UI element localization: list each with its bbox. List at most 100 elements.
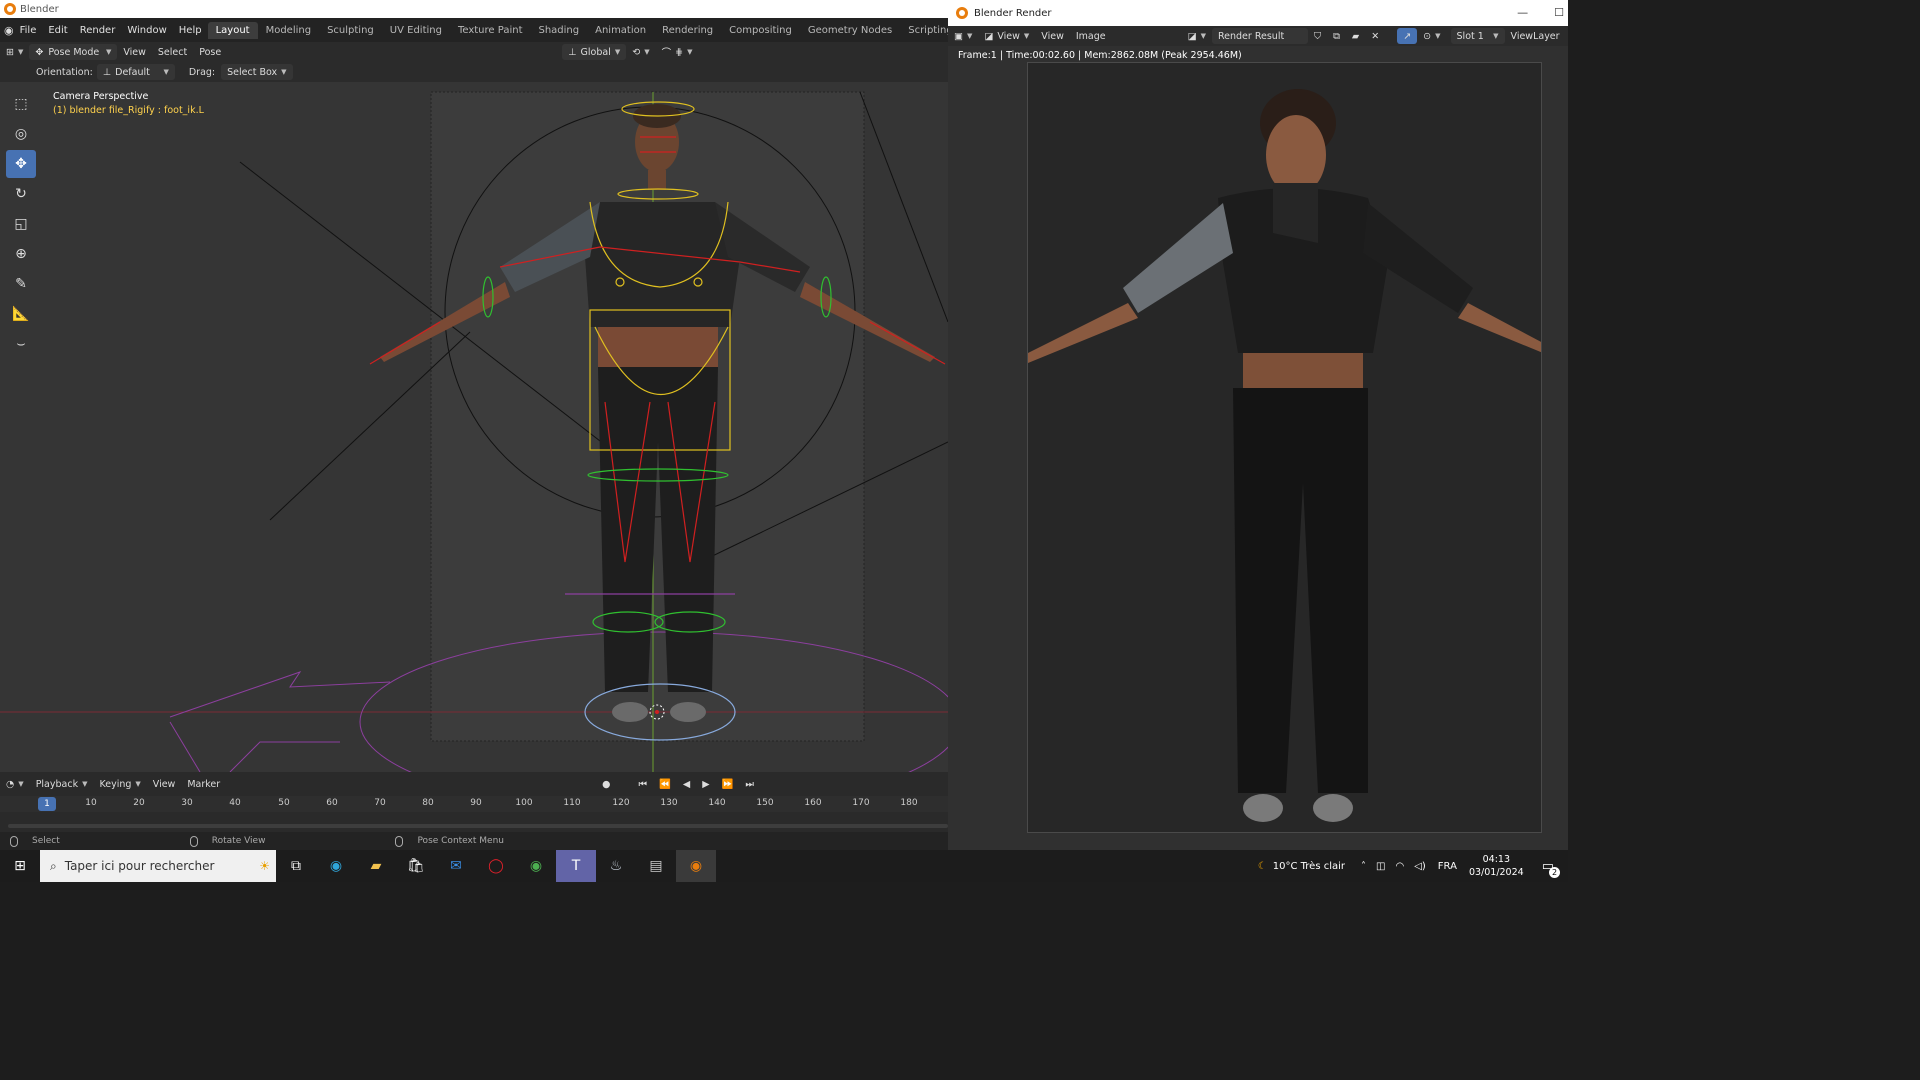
- rotate-tool-icon[interactable]: ↻: [6, 180, 36, 208]
- slot-dropdown[interactable]: Slot 1 ▼: [1450, 28, 1505, 44]
- select-box-tool-icon[interactable]: ⬚: [6, 90, 36, 118]
- tab-rendering[interactable]: Rendering: [654, 22, 721, 39]
- timeline-scrollbar[interactable]: [8, 824, 948, 828]
- edge-icon[interactable]: ◉: [316, 850, 356, 882]
- shield-icon: ⛉: [1313, 30, 1322, 42]
- next-keyframe-button[interactable]: ⏩: [716, 776, 740, 792]
- header-select-menu[interactable]: Select: [152, 44, 193, 60]
- network-icon[interactable]: ◫: [1376, 861, 1385, 872]
- maximize-icon[interactable]: ☐: [1554, 6, 1564, 19]
- tab-animation[interactable]: Animation: [587, 22, 654, 39]
- playback-menu[interactable]: Playback ▼: [30, 776, 94, 792]
- sample-tool-button[interactable]: ↗: [1397, 28, 1418, 44]
- opera-icon[interactable]: ◯: [476, 850, 516, 882]
- taskbar-search-box[interactable]: ⌕ Taper ici pour rechercher ☀: [40, 850, 276, 882]
- tab-geometry-nodes[interactable]: Geometry Nodes: [800, 22, 900, 39]
- header-view-menu[interactable]: View: [117, 44, 152, 60]
- app-icon[interactable]: ▤: [636, 850, 676, 882]
- tab-sculpting[interactable]: Sculpting: [319, 22, 382, 39]
- jump-end-button[interactable]: ⏭: [739, 776, 760, 792]
- 3d-viewport[interactable]: ⬚ ◎ ✥ ↻ ◱ ⊕ ✎ 📐 ⌣ Camera Perspective (1)…: [0, 82, 948, 772]
- wifi-icon[interactable]: ◠: [1395, 861, 1404, 872]
- measure-tool-icon[interactable]: 📐: [6, 300, 36, 328]
- tab-compositing[interactable]: Compositing: [721, 22, 800, 39]
- steam-icon[interactable]: ♨: [596, 850, 636, 882]
- play-reverse-button[interactable]: ◀: [677, 776, 696, 792]
- image-browse-button[interactable]: ◪ ▼: [1182, 28, 1212, 44]
- volume-icon[interactable]: ◁): [1414, 861, 1426, 872]
- bone-tool-icon[interactable]: ⌣: [6, 330, 36, 358]
- image-name-field[interactable]: Render Result: [1211, 28, 1308, 44]
- image-view-mode-dropdown[interactable]: ◪ View ▼: [978, 28, 1035, 44]
- scale-tool-icon[interactable]: ◱: [6, 210, 36, 238]
- tray-chevron-icon[interactable]: ˄: [1361, 861, 1366, 872]
- file-explorer-icon[interactable]: ▰: [356, 850, 396, 882]
- unlink-image-button[interactable]: ✕: [1365, 28, 1385, 44]
- header-pose-menu[interactable]: Pose: [193, 44, 227, 60]
- snap-button[interactable]: ⌒ ⋕ ▼: [656, 44, 699, 60]
- playback-label: Playback: [35, 778, 79, 790]
- tab-texture-paint[interactable]: Texture Paint: [450, 22, 531, 39]
- task-view-icon[interactable]: ⧉: [276, 850, 316, 882]
- timeline-view-menu[interactable]: View: [147, 776, 182, 792]
- display-mode-button[interactable]: ⊙ ▼: [1417, 28, 1446, 44]
- pivot-point-button[interactable]: ⟲ ▼: [626, 44, 655, 60]
- orientation-dropdown[interactable]: ⊥ Default ▼: [96, 64, 175, 80]
- open-image-button[interactable]: ▰: [1346, 28, 1365, 44]
- menu-render[interactable]: Render: [74, 25, 122, 36]
- frame-tick: 50: [278, 798, 290, 808]
- annotate-tool-icon[interactable]: ✎: [6, 270, 36, 298]
- store-icon[interactable]: 🛍: [396, 850, 436, 882]
- windows-start-icon[interactable]: ⊞: [0, 850, 40, 882]
- transform-orientation-dropdown[interactable]: ⊥ Global ▼: [562, 44, 627, 60]
- fake-user-button[interactable]: ⛉: [1308, 28, 1327, 44]
- mouse-right-icon: [395, 835, 404, 847]
- next-keyframe-icon: ⏩: [721, 778, 734, 790]
- chrome-icon[interactable]: ◉: [516, 850, 556, 882]
- blender-menu-icon[interactable]: ◉: [4, 21, 14, 39]
- render-view-menu[interactable]: View: [1035, 28, 1070, 44]
- blender-taskbar-icon[interactable]: ◉: [676, 850, 716, 882]
- weather-text[interactable]: 10°C Très clair: [1273, 861, 1345, 872]
- minimize-icon[interactable]: —: [1517, 6, 1528, 19]
- menu-file[interactable]: File: [14, 25, 43, 36]
- render-result-image[interactable]: [1027, 62, 1542, 833]
- prev-keyframe-button[interactable]: ⏪: [653, 776, 677, 792]
- menu-window[interactable]: Window: [121, 25, 172, 36]
- teams-icon[interactable]: T: [556, 850, 596, 882]
- clock[interactable]: 04:13 03/01/2024: [1469, 853, 1524, 879]
- jump-start-button[interactable]: ⏮: [632, 776, 653, 792]
- tool-shelf: ⬚ ◎ ✥ ↻ ◱ ⊕ ✎ 📐 ⌣: [6, 90, 38, 360]
- playhead-current-frame[interactable]: 1: [38, 797, 56, 811]
- tab-modeling[interactable]: Modeling: [258, 22, 320, 39]
- status-rotate-hint: Rotate View: [180, 835, 265, 847]
- timeline-editor-type-button[interactable]: ◔ ▼: [0, 776, 30, 792]
- cursor-tool-icon[interactable]: ◎: [6, 120, 36, 148]
- transform-orientation-label: Global: [580, 46, 611, 58]
- menu-help[interactable]: Help: [173, 25, 208, 36]
- keying-menu[interactable]: Keying ▼: [93, 776, 146, 792]
- view-layer-dropdown[interactable]: ViewLayer: [1505, 28, 1566, 44]
- render-image-menu[interactable]: Image: [1070, 28, 1112, 44]
- move-tool-icon[interactable]: ✥: [6, 150, 36, 178]
- new-image-button[interactable]: ⧉: [1327, 28, 1346, 44]
- editor-type-button[interactable]: ⊞ ▼: [0, 44, 29, 60]
- view-mode-label: View: [997, 30, 1020, 42]
- mode-dropdown[interactable]: ✥ Pose Mode ▼: [29, 44, 118, 60]
- mail-icon[interactable]: ✉: [436, 850, 476, 882]
- language-indicator[interactable]: FRA: [1438, 861, 1457, 872]
- tab-uv-editing[interactable]: UV Editing: [382, 22, 450, 39]
- tab-layout[interactable]: Layout: [207, 21, 258, 39]
- image-editor-type-button[interactable]: ▣ ▼: [948, 28, 978, 44]
- menu-edit[interactable]: Edit: [42, 25, 73, 36]
- transform-tool-icon[interactable]: ⊕: [6, 240, 36, 268]
- tab-shading[interactable]: Shading: [530, 22, 587, 39]
- drag-dropdown[interactable]: Select Box ▼: [221, 64, 293, 80]
- record-keyframe-button[interactable]: ●: [596, 776, 616, 792]
- play-button[interactable]: ▶: [696, 776, 715, 792]
- frame-tick: 140: [708, 798, 726, 808]
- notification-center-button[interactable]: ▭ 2: [1542, 859, 1560, 878]
- timeline-ruler[interactable]: 1 10 20 30 40 50 60 70 80 90 100 110 120…: [0, 796, 948, 812]
- frame-tick: 90: [470, 798, 482, 808]
- marker-menu[interactable]: Marker: [181, 776, 226, 792]
